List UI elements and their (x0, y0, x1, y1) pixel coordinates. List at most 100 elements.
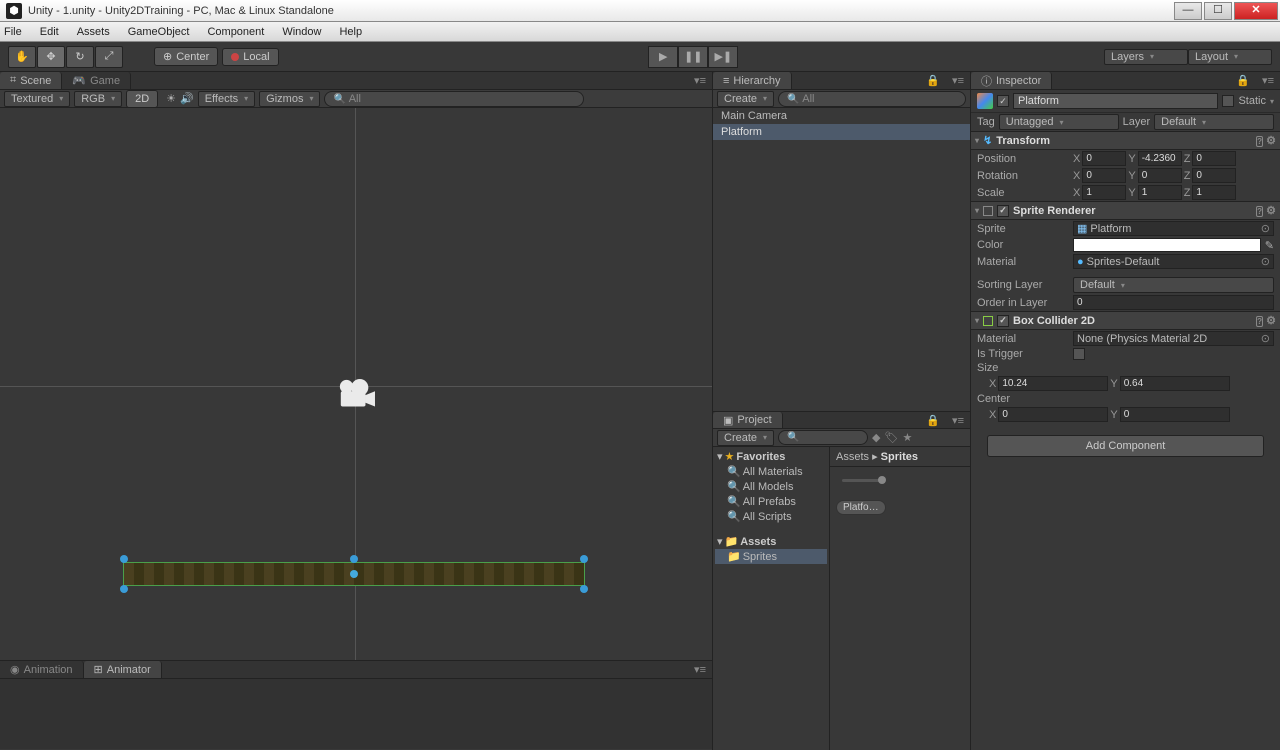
render-dropdown[interactable]: RGB (74, 91, 122, 107)
collider-center-y-input[interactable] (1120, 407, 1230, 422)
gear-icon[interactable]: ⚙ (1266, 205, 1276, 217)
lock-icon[interactable]: 🔒 (1230, 72, 1256, 89)
move-tool-button[interactable]: ✥ (37, 46, 65, 68)
pivot-center-toggle[interactable]: ⊕Center (154, 47, 218, 66)
menu-help[interactable]: Help (339, 26, 362, 38)
filter-icon[interactable]: ◆ (872, 431, 880, 444)
rotate-tool-button[interactable]: ↻ (66, 46, 94, 68)
lighting-icon[interactable]: ☀ (166, 92, 176, 105)
add-component-button[interactable]: Add Component (987, 435, 1264, 457)
project-content[interactable]: Assets ▸ Sprites Platfo… (829, 447, 970, 750)
sorting-layer-dropdown[interactable]: Default (1073, 277, 1274, 293)
hierarchy-search-input[interactable]: 🔍 All (778, 91, 966, 107)
tab-animator[interactable]: ⊞Animator (84, 661, 162, 678)
position-x-input[interactable] (1082, 151, 1126, 166)
favorites-all-scripts[interactable]: 🔍All Scripts (715, 509, 827, 524)
sprite-material-field[interactable]: ●Sprites-Default⊙ (1073, 254, 1274, 269)
tab-hierarchy[interactable]: ≡Hierarchy (713, 72, 792, 89)
assets-folder[interactable]: ▾📁Assets (715, 534, 827, 549)
favorites-all-prefabs[interactable]: 🔍All Prefabs (715, 494, 827, 509)
layout-dropdown[interactable]: Layout (1188, 49, 1272, 65)
close-button[interactable]: ✕ (1234, 2, 1278, 20)
tab-inspector[interactable]: ⓘInspector (971, 72, 1052, 89)
box-collider-enabled-checkbox[interactable]: ✓ (997, 315, 1009, 327)
gameobject-name-field[interactable]: Platform (1013, 93, 1218, 109)
maximize-button[interactable]: ☐ (1204, 2, 1232, 20)
camera-gizmo-icon[interactable] (337, 378, 375, 410)
tab-project[interactable]: ▣Project (713, 412, 783, 428)
breadcrumb-leaf[interactable]: Sprites (881, 451, 918, 463)
static-dropdown-icon[interactable]: ▾ (1270, 97, 1274, 106)
collider-material-field[interactable]: None (Physics Material 2D⊙ (1073, 331, 1274, 346)
scale-z-input[interactable] (1192, 185, 1236, 200)
gameobject-active-checkbox[interactable]: ✓ (997, 95, 1009, 107)
project-create-dropdown[interactable]: Create (717, 430, 774, 446)
panel-menu-button[interactable]: ▾≡ (946, 72, 970, 89)
help-icon[interactable]: ? (1256, 136, 1263, 147)
panel-menu-button[interactable]: ▾≡ (946, 412, 970, 428)
tag-dropdown[interactable]: Untagged (999, 114, 1119, 130)
favorites-folder[interactable]: ▾★Favorites (715, 449, 827, 464)
menu-assets[interactable]: Assets (77, 26, 110, 38)
menu-component[interactable]: Component (207, 26, 264, 38)
help-icon[interactable]: ? (1256, 316, 1263, 327)
favorites-all-models[interactable]: 🔍All Models (715, 479, 827, 494)
project-search-input[interactable]: 🔍 (778, 430, 868, 445)
eyedropper-icon[interactable]: ✎ (1265, 239, 1274, 252)
minimize-button[interactable]: — (1174, 2, 1202, 20)
thumbnail-size-slider[interactable] (842, 479, 882, 482)
hierarchy-item-main-camera[interactable]: Main Camera (713, 108, 970, 124)
scale-y-input[interactable] (1138, 185, 1182, 200)
order-in-layer-input[interactable] (1073, 295, 1274, 310)
tab-scene[interactable]: ⌗Scene (0, 72, 62, 89)
audio-icon[interactable]: 🔊 (180, 92, 194, 105)
layer-dropdown[interactable]: Default (1154, 114, 1274, 130)
is-trigger-checkbox[interactable] (1073, 348, 1085, 360)
hierarchy-item-platform[interactable]: Platform (713, 124, 970, 140)
rotation-z-input[interactable] (1192, 168, 1236, 183)
menu-window[interactable]: Window (282, 26, 321, 38)
scale-tool-button[interactable]: ⤢ (95, 46, 123, 68)
sprite-renderer-header[interactable]: ▾ ✓ Sprite Renderer ? ⚙ (971, 201, 1280, 220)
pause-button[interactable]: ❚❚ (678, 46, 708, 68)
tab-game[interactable]: 🎮Game (62, 72, 131, 89)
gear-icon[interactable]: ⚙ (1266, 315, 1276, 327)
gear-icon[interactable]: ⚙ (1266, 135, 1276, 147)
collider-size-y-input[interactable] (1120, 376, 1230, 391)
step-button[interactable]: ▶❚ (708, 46, 738, 68)
scene-view[interactable] (0, 108, 712, 660)
box-collider-header[interactable]: ▾ ✓ Box Collider 2D ? ⚙ (971, 311, 1280, 330)
collider-center-x-input[interactable] (998, 407, 1108, 422)
position-y-input[interactable] (1138, 151, 1182, 166)
transform-component-header[interactable]: ▾↯ Transform ? ⚙ (971, 131, 1280, 150)
menu-edit[interactable]: Edit (40, 26, 59, 38)
play-button[interactable]: ▶ (648, 46, 678, 68)
scene-search-input[interactable]: 🔍 All (324, 91, 584, 107)
static-checkbox[interactable] (1222, 95, 1234, 107)
layers-dropdown[interactable]: Layers (1104, 49, 1188, 65)
collider-size-x-input[interactable] (998, 376, 1108, 391)
gizmos-dropdown[interactable]: Gizmos (259, 91, 320, 107)
favorites-all-materials[interactable]: 🔍All Materials (715, 464, 827, 479)
position-z-input[interactable] (1192, 151, 1236, 166)
rotation-x-input[interactable] (1082, 168, 1126, 183)
rotation-y-input[interactable] (1138, 168, 1182, 183)
lock-icon[interactable]: 🔒 (920, 72, 946, 89)
animator-panel[interactable] (0, 679, 712, 749)
scale-x-input[interactable] (1082, 185, 1126, 200)
hierarchy-create-dropdown[interactable]: Create (717, 91, 774, 107)
asset-platform[interactable]: Platfo… (836, 500, 886, 515)
filter-label-icon[interactable]: 🏷 (885, 431, 899, 444)
menu-file[interactable]: File (4, 26, 22, 38)
filter-star-icon[interactable]: ★ (902, 431, 912, 444)
panel-menu-button[interactable]: ▾≡ (688, 72, 712, 89)
panel-menu-button[interactable]: ▾≡ (688, 661, 712, 678)
menu-gameobject[interactable]: GameObject (128, 26, 190, 38)
tab-animation[interactable]: ◉Animation (0, 661, 84, 678)
platform-sprite[interactable] (124, 563, 584, 585)
sprite-object-field[interactable]: ▦Platform⊙ (1073, 221, 1274, 236)
sprite-renderer-enabled-checkbox[interactable]: ✓ (997, 205, 1009, 217)
shading-dropdown[interactable]: Textured (4, 91, 70, 107)
hand-tool-button[interactable]: ✋ (8, 46, 36, 68)
lock-icon[interactable]: 🔒 (920, 412, 946, 428)
